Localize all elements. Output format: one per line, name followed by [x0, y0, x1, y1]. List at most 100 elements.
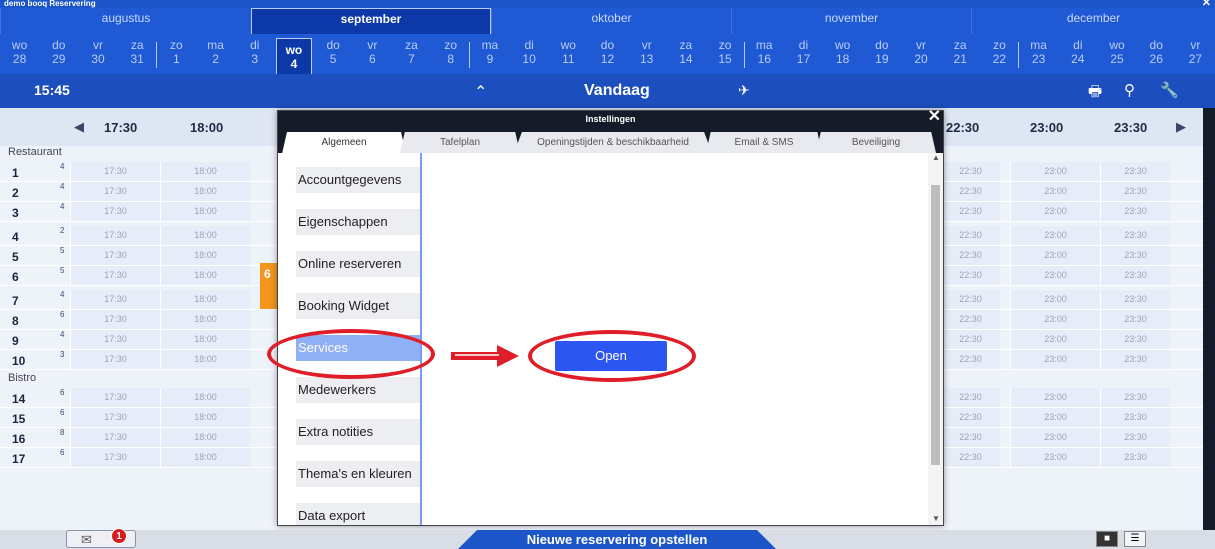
month-august[interactable]: augustus — [0, 8, 251, 34]
sidebar-item-accountgegevens[interactable]: Accountgegevens — [296, 167, 420, 193]
time-slot[interactable]: 17:30 — [70, 202, 160, 221]
time-slot[interactable]: 22:30 — [940, 266, 1000, 285]
time-slot[interactable]: 22:30 — [940, 226, 1000, 245]
day-17[interactable]: di 17 — [786, 34, 821, 74]
day-2[interactable]: ma 2 — [198, 34, 233, 74]
time-slot[interactable]: 23:30 — [1100, 162, 1170, 181]
day-25[interactable]: wo 25 — [1099, 34, 1134, 74]
dialog-close-icon[interactable]: ✕ — [928, 108, 941, 125]
pin-icon[interactable]: ✈ — [738, 82, 750, 99]
day-28[interactable]: wo 28 — [2, 34, 37, 74]
tab-beveiliging[interactable]: Beveiliging — [816, 132, 936, 153]
time-slot[interactable]: 23:00 — [1010, 350, 1100, 369]
scroll-thumb[interactable] — [931, 185, 940, 465]
collapse-chevron-icon[interactable]: ⌃ — [474, 82, 487, 102]
time-slot[interactable]: 17:30 — [70, 448, 160, 467]
scroll-down-icon[interactable]: ▼ — [932, 514, 940, 523]
day-16[interactable]: ma 16 — [747, 34, 782, 74]
time-slot[interactable]: 18:00 — [160, 408, 250, 427]
day-13[interactable]: vr 13 — [629, 34, 664, 74]
time-slot[interactable]: 23:30 — [1100, 226, 1170, 245]
time-slot[interactable]: 23:30 — [1100, 182, 1170, 201]
day-14[interactable]: za 14 — [668, 34, 703, 74]
prev-time-arrow-icon[interactable]: ◀ — [74, 119, 84, 135]
time-slot[interactable]: 23:30 — [1100, 290, 1170, 309]
time-slot[interactable]: 23:30 — [1100, 350, 1170, 369]
time-slot[interactable]: 17:30 — [70, 226, 160, 245]
tab-email-sms[interactable]: Email & SMS — [706, 132, 822, 153]
day-6[interactable]: vr 6 — [355, 34, 390, 74]
time-slot[interactable]: 18:00 — [160, 448, 250, 467]
time-slot[interactable]: 23:30 — [1100, 388, 1170, 407]
time-slot[interactable]: 17:30 — [70, 246, 160, 265]
tab-algemeen[interactable]: Algemeen — [282, 132, 406, 154]
time-slot[interactable]: 23:00 — [1010, 290, 1100, 309]
day-11[interactable]: wo 11 — [551, 34, 586, 74]
day-5[interactable]: do 5 — [316, 34, 351, 74]
time-slot[interactable]: 23:00 — [1010, 266, 1100, 285]
time-slot[interactable]: 22:30 — [940, 310, 1000, 329]
time-slot[interactable]: 22:30 — [940, 290, 1000, 309]
time-slot[interactable]: 18:00 — [160, 388, 250, 407]
time-slot[interactable]: 23:30 — [1100, 246, 1170, 265]
day-9[interactable]: ma 9 — [472, 34, 507, 74]
day-23[interactable]: ma 23 — [1021, 34, 1056, 74]
time-slot[interactable]: 17:30 — [70, 310, 160, 329]
time-slot[interactable]: 18:00 — [160, 350, 250, 369]
day-29[interactable]: do 29 — [41, 34, 76, 74]
time-slot[interactable]: 17:30 — [70, 388, 160, 407]
day-22[interactable]: zo 22 — [982, 34, 1017, 74]
time-slot[interactable]: 18:00 — [160, 290, 250, 309]
time-slot[interactable]: 22:30 — [940, 350, 1000, 369]
day-27[interactable]: vr 27 — [1178, 34, 1213, 74]
time-slot[interactable]: 17:30 — [70, 428, 160, 447]
time-slot[interactable]: 23:30 — [1100, 448, 1170, 467]
sidebar-item-booking-widget[interactable]: Booking Widget — [296, 293, 420, 319]
next-time-arrow-icon[interactable]: ▶ — [1176, 119, 1186, 135]
day-26[interactable]: do 26 — [1139, 34, 1174, 74]
day-18[interactable]: wo 18 — [825, 34, 860, 74]
time-slot[interactable]: 22:30 — [940, 448, 1000, 467]
time-slot[interactable]: 22:30 — [940, 408, 1000, 427]
time-slot[interactable]: 23:30 — [1100, 408, 1170, 427]
time-slot[interactable]: 22:30 — [940, 202, 1000, 221]
day-8[interactable]: zo 8 — [433, 34, 468, 74]
scroll-up-icon[interactable]: ▲ — [932, 153, 940, 162]
messages-button[interactable]: ✉ 1 — [66, 528, 136, 548]
time-slot[interactable]: 22:30 — [940, 162, 1000, 181]
list-view-icon[interactable]: ☰ — [1124, 531, 1146, 547]
tab-openingstijden[interactable]: Openingstijden & beschikbaarheid — [514, 132, 712, 153]
day-10[interactable]: di 10 — [512, 34, 547, 74]
time-slot[interactable]: 22:30 — [940, 330, 1000, 349]
time-slot[interactable]: 17:30 — [70, 182, 160, 201]
tools-icon[interactable]: 🔧 — [1160, 81, 1179, 99]
time-slot[interactable]: 17:30 — [70, 290, 160, 309]
time-slot[interactable]: 23:30 — [1100, 202, 1170, 221]
time-slot[interactable]: 18:00 — [160, 226, 250, 245]
sidebar-item-eigenschappen[interactable]: Eigenschappen — [296, 209, 420, 235]
time-slot[interactable]: 23:00 — [1010, 408, 1100, 427]
time-slot[interactable]: 18:00 — [160, 428, 250, 447]
sidebar-item-data-export[interactable]: Data export — [296, 503, 420, 525]
tab-tafelplan[interactable]: Tafelplan — [400, 132, 520, 153]
dialog-scrollbar[interactable]: ▲ ▼ — [928, 153, 943, 525]
day-21[interactable]: za 21 — [943, 34, 978, 74]
time-slot[interactable]: 23:00 — [1010, 246, 1100, 265]
month-september[interactable]: september — [251, 8, 491, 34]
time-slot[interactable]: 23:30 — [1100, 266, 1170, 285]
day-19[interactable]: do 19 — [864, 34, 899, 74]
day-15[interactable]: zo 15 — [707, 34, 742, 74]
time-slot[interactable]: 17:30 — [70, 408, 160, 427]
sidebar-item-medewerkers[interactable]: Medewerkers — [296, 377, 420, 403]
day-12[interactable]: do 12 — [590, 34, 625, 74]
time-slot[interactable]: 22:30 — [940, 388, 1000, 407]
time-slot[interactable]: 22:30 — [940, 246, 1000, 265]
time-slot[interactable]: 17:30 — [70, 162, 160, 181]
time-slot[interactable]: 23:30 — [1100, 330, 1170, 349]
day-4[interactable]: wo 4 — [276, 38, 312, 74]
time-slot[interactable]: 18:00 — [160, 310, 250, 329]
month-december[interactable]: december — [971, 8, 1215, 34]
time-slot[interactable]: 23:00 — [1010, 448, 1100, 467]
day-24[interactable]: di 24 — [1060, 34, 1095, 74]
day-20[interactable]: vr 20 — [903, 34, 938, 74]
